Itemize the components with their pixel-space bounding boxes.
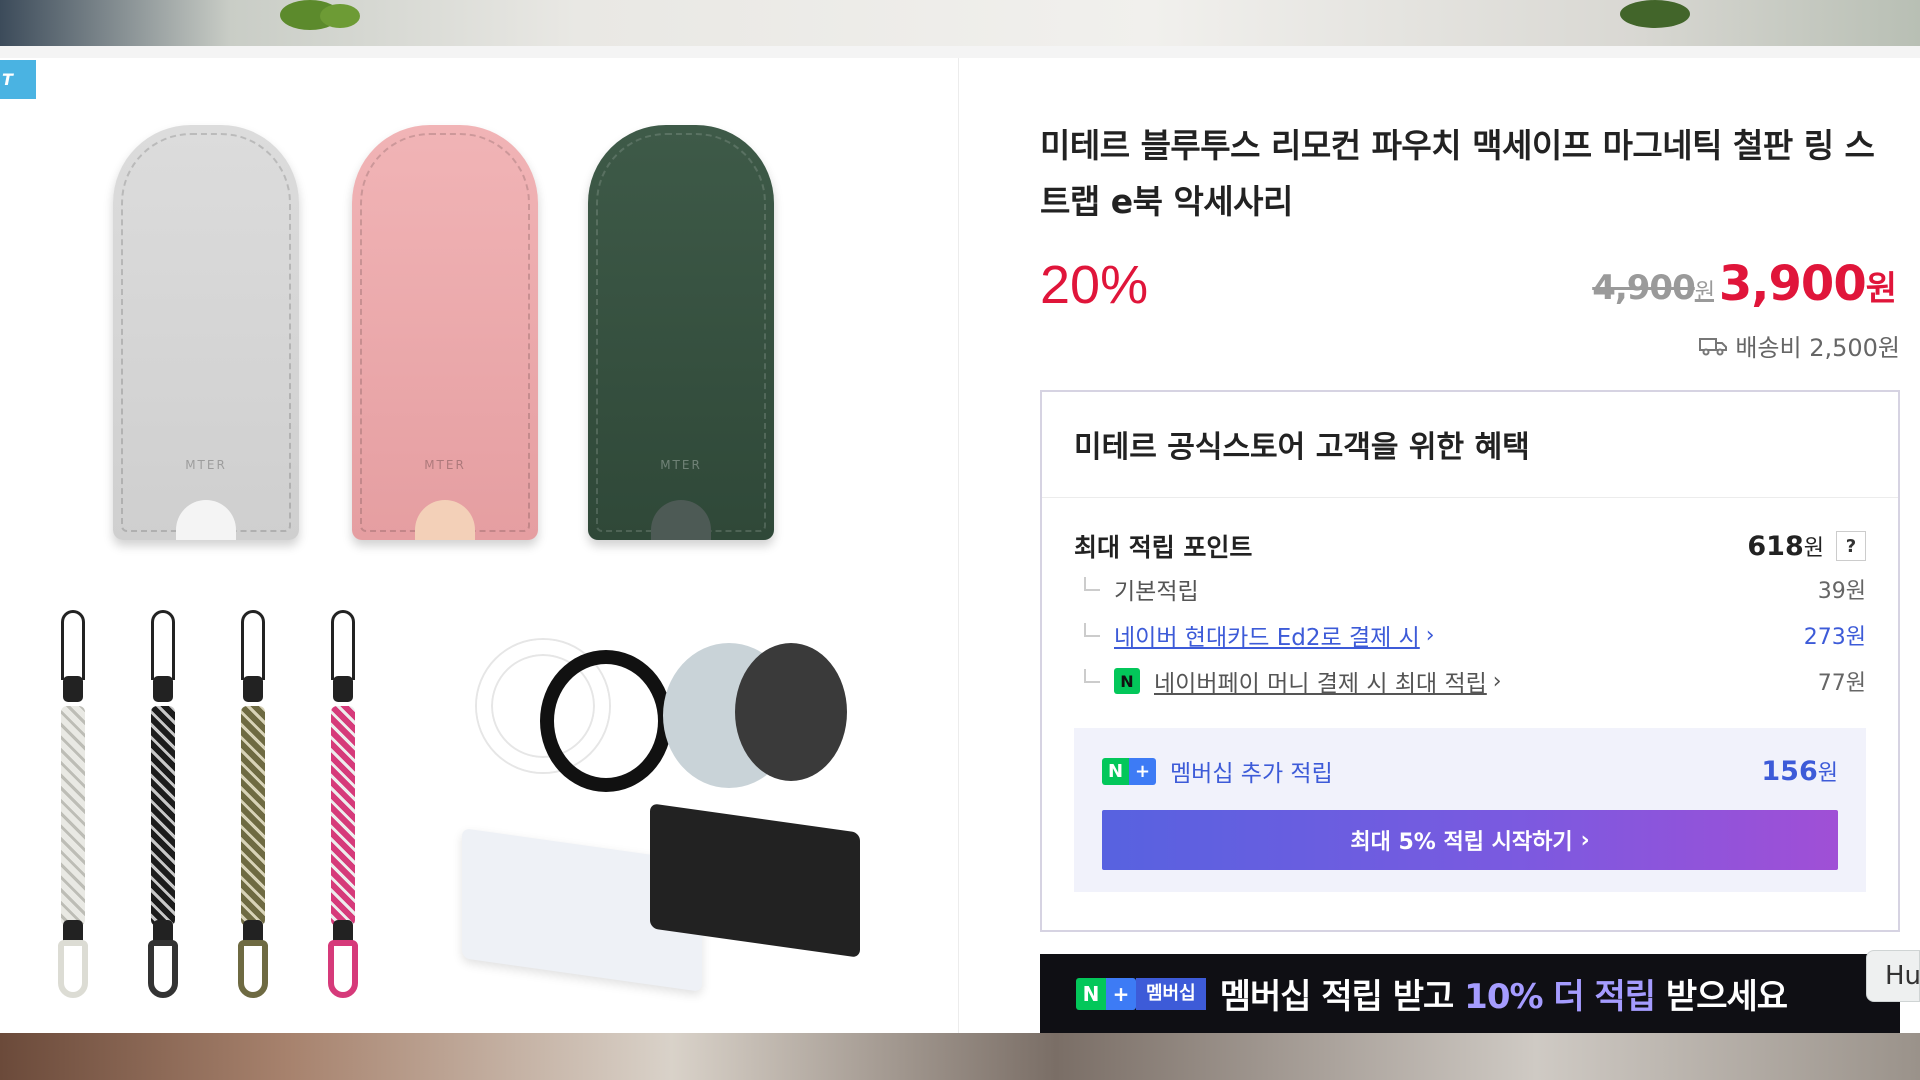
background-photo-bottom [0,1033,1920,1080]
benefit-heading: 미테르 공식스토어 고객을 위한 혜택 [1042,392,1898,498]
point-row-npay: N 네이버페이 머니 결제 시 최대 적립 › 77원 [1074,664,1866,698]
point-basic-value: 39원 [1817,579,1866,604]
naver-plus-icon: N + [1076,977,1136,1010]
max-points-value: 618원 [1747,531,1824,562]
strap-pink [325,610,361,998]
product-title: 미테르 블루투스 리모컨 파우치 맥세이프 마그네틱 철판 링 스트랩 e북 악… [1040,126,1875,221]
banner-text: 멤버십 적립 받고 10% 더 적립 받으세요 [1219,977,1788,1017]
membership-start-label: 최대 5% 적립 시작하기 [1350,830,1573,855]
npay-benefit-link[interactable]: 네이버페이 머니 결제 시 최대 적립 [1154,664,1487,698]
pouch-gray: MTER [113,125,299,540]
top-separator [0,46,1920,58]
membership-banner[interactable]: N+ 멤버십 멤버십 적립 받고 10% 더 적립 받으세요 × [1040,954,1900,1033]
strap-black [145,610,181,998]
strap-white [55,610,91,998]
membership-chip: 멤버십 [1136,977,1206,1010]
card-benefit-link[interactable]: 네이버 현대카드 Ed2로 결제 시 [1114,618,1420,652]
max-points-label: 최대 적립 포인트 [1074,533,1253,562]
npay-icon: N [1114,668,1140,694]
pouch-pink: MTER [352,125,538,540]
background-photo-top [0,0,1920,46]
side-tab[interactable]: Hu [1866,950,1920,1002]
shipping-fee-text: 배송비 2,500원 [1735,334,1900,362]
membership-box: N + 멤버십 추가 적립 156원 최대 5% 적립 시작하기 › [1074,728,1866,892]
naver-plus-icon: N + [1102,757,1156,785]
discount-rate: 20% [1040,255,1149,315]
sale-price: 3,900원 [1718,256,1897,312]
strap-olive [235,610,271,998]
help-icon[interactable]: ? [1836,531,1866,561]
membership-row: N + 멤버십 추가 적립 156원 [1102,754,1838,788]
max-points-row: 최대 적립 포인트 618원 ? [1074,528,1866,564]
point-row-card: 네이버 현대카드 Ed2로 결제 시 › 273원 [1074,618,1866,652]
membership-value: 156원 [1761,756,1838,787]
benefit-box: 미테르 공식스토어 고객을 위한 혜택 최대 적립 포인트 618원 ? 기본적… [1040,390,1900,932]
chevron-right-icon: › [1492,668,1502,694]
membership-label: 멤버십 추가 적립 [1170,761,1333,787]
chevron-right-icon: › [1580,827,1590,853]
point-npay-value: 77원 [1817,671,1866,696]
point-card-value: 273원 [1803,625,1866,650]
point-basic-label: 기본적립 [1114,579,1199,605]
point-row-basic: 기본적립 39원 [1074,572,1866,606]
truck-icon [1699,337,1728,355]
membership-start-button[interactable]: 최대 5% 적립 시작하기 › [1102,810,1838,870]
pouch-green: MTER [588,125,774,540]
shipping-fee: 배송비 2,500원 [1699,328,1900,363]
ring-black [540,650,672,792]
image-tag-chip: T [0,60,36,99]
chevron-right-icon: › [1425,622,1435,648]
grip-disc [735,643,847,781]
column-divider [958,58,959,1033]
original-price: 4,900원 [1592,268,1715,308]
